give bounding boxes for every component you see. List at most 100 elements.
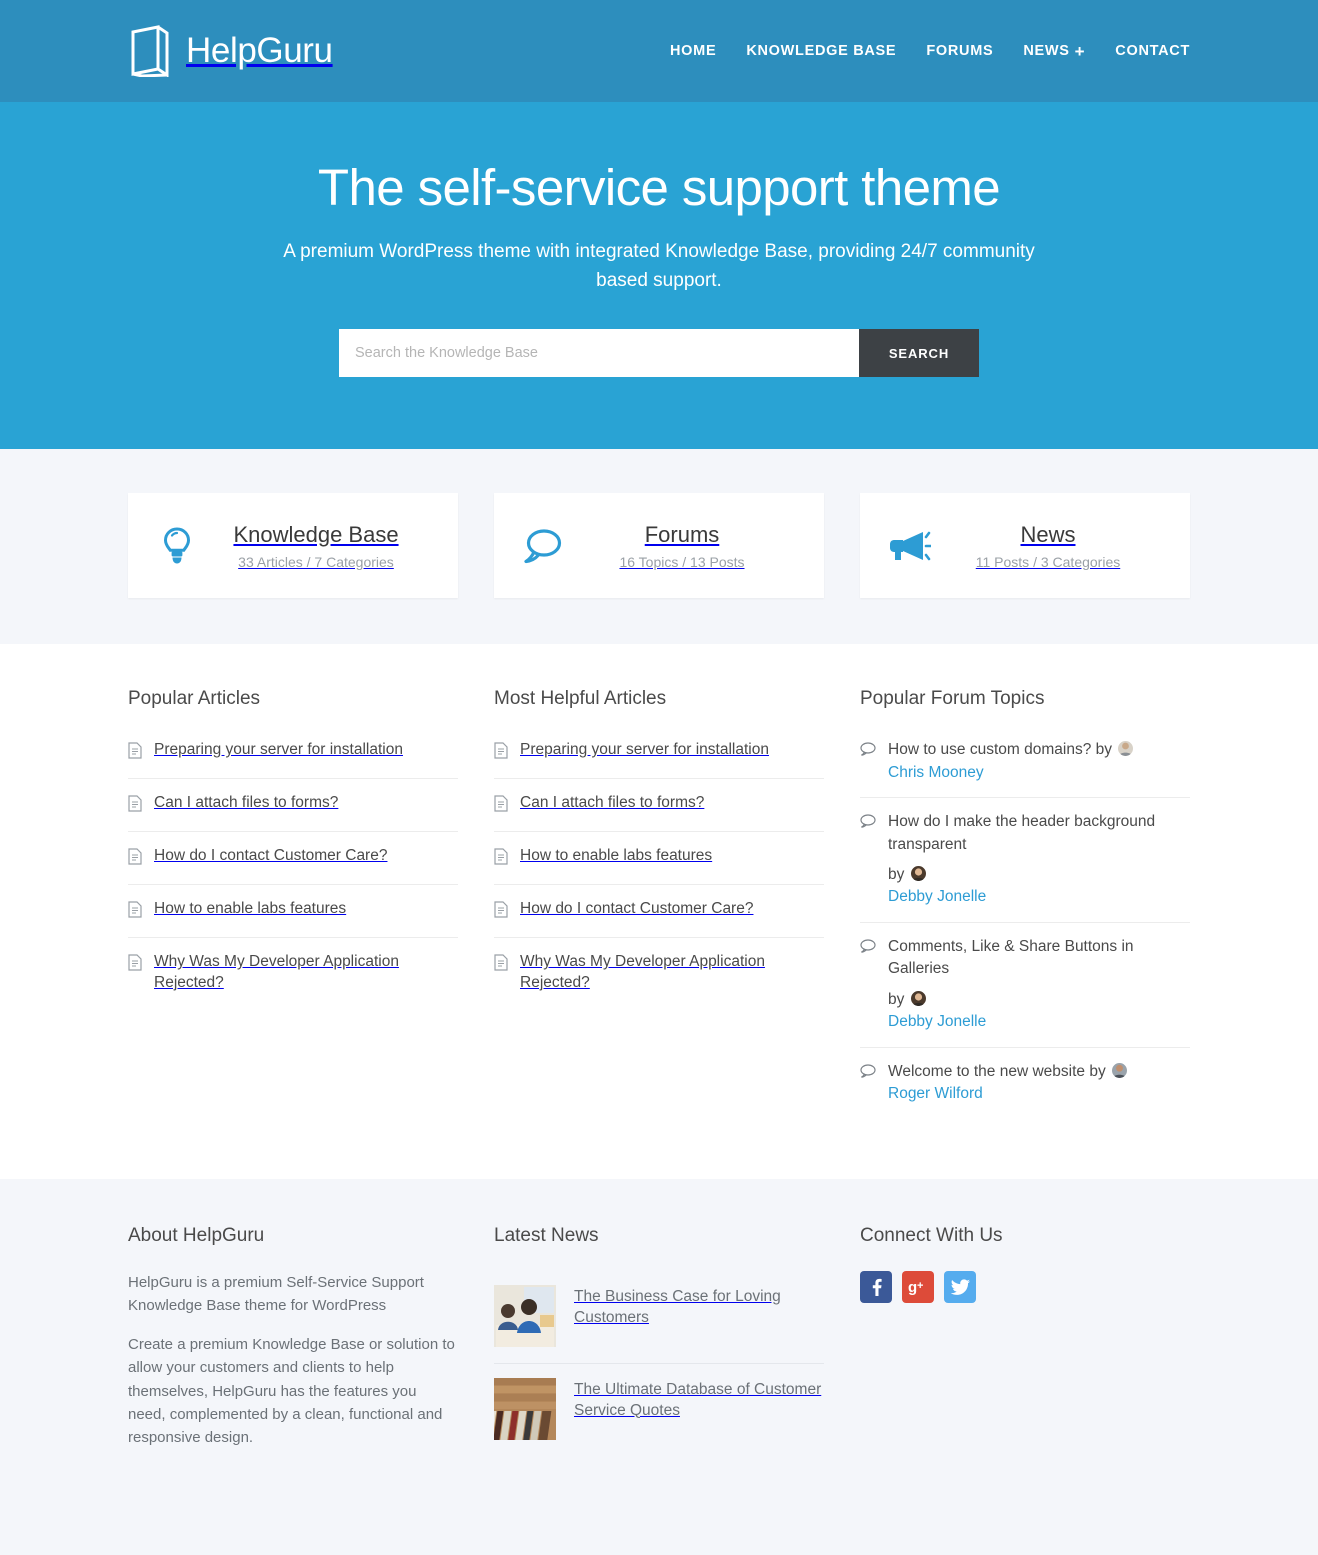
nav-item-home[interactable]: HOME xyxy=(670,43,716,59)
document-icon xyxy=(494,742,508,764)
list-item[interactable]: How to enable labs features xyxy=(494,832,824,886)
nav-item-forums[interactable]: FORUMS xyxy=(926,43,993,59)
card-title: News xyxy=(1020,521,1076,547)
list-item[interactable]: Preparing your server for installation xyxy=(128,726,458,780)
document-icon xyxy=(494,795,508,817)
document-icon xyxy=(128,901,142,923)
card-meta: 11 Posts / 3 Categories xyxy=(975,553,1121,570)
lightbulb-icon xyxy=(154,526,200,566)
document-icon xyxy=(128,954,142,976)
facebook-icon[interactable] xyxy=(860,1270,892,1303)
speech-bubble-icon xyxy=(860,814,876,833)
by-label: by xyxy=(1089,1062,1106,1080)
forum-author-link[interactable]: Debby Jonelle xyxy=(888,886,1190,908)
card-title: Forums xyxy=(644,521,720,547)
article-title: Why Was My Developer Application Rejecte… xyxy=(154,953,399,992)
megaphone-icon xyxy=(886,529,932,563)
popular-forum-topics-column: Popular Forum Topics How to use custom d… xyxy=(860,688,1190,1119)
list-item[interactable]: How do I contact Customer Care? xyxy=(494,885,824,939)
document-icon xyxy=(128,742,142,764)
content-lists-section: Popular Articles Preparing your server f… xyxy=(0,644,1318,1179)
by-label: by xyxy=(888,990,905,1008)
svg-text:g: g xyxy=(908,1279,917,1295)
site-header: HelpGuru HOME KNOWLEDGE BASE FORUMS NEWS… xyxy=(0,0,1318,102)
article-title: Can I attach files to forms? xyxy=(520,794,705,812)
footer-connect-column: Connect With Us g + xyxy=(860,1225,1190,1466)
most-helpful-articles-column: Most Helpful Articles Preparing your ser… xyxy=(494,688,824,1119)
list-item[interactable]: Why Was My Developer Application Rejecte… xyxy=(128,938,458,1008)
forum-author-link[interactable]: Chris Mooney xyxy=(888,762,1135,784)
search-button[interactable]: SEARCH xyxy=(859,329,979,378)
nav-label: CONTACT xyxy=(1115,43,1190,59)
list-item[interactable]: Why Was My Developer Application Rejecte… xyxy=(494,938,824,1008)
card-news[interactable]: News 11 Posts / 3 Categories xyxy=(860,493,1190,599)
list-item[interactable]: How do I make the header background tran… xyxy=(860,798,1190,923)
nav-label: FORUMS xyxy=(926,43,994,59)
news-thumbnail xyxy=(494,1377,556,1440)
avatar xyxy=(910,990,926,1006)
list-item[interactable]: Welcome to the new website by Roger Wilf… xyxy=(860,1048,1190,1119)
article-title: Why Was My Developer Application Rejecte… xyxy=(520,953,765,992)
list-item[interactable]: How to use custom domains? by Chris Moon… xyxy=(860,726,1190,799)
popular-articles-column: Popular Articles Preparing your server f… xyxy=(128,688,458,1119)
article-title: How do I contact Customer Care? xyxy=(520,900,754,918)
book-icon xyxy=(128,25,172,77)
brand-name: HelpGuru xyxy=(186,31,333,70)
list-item[interactable]: How to enable labs features xyxy=(128,885,458,939)
avatar xyxy=(1118,741,1134,757)
nav-item-news[interactable]: NEWS + xyxy=(1023,43,1085,60)
most-helpful-articles-heading: Most Helpful Articles xyxy=(494,688,667,710)
list-item[interactable]: The Ultimate Database of Customer Servic… xyxy=(494,1364,824,1456)
nav-item-contact[interactable]: CONTACT xyxy=(1115,43,1190,59)
list-item[interactable]: The Business Case for Loving Customers xyxy=(494,1271,824,1364)
connect-heading: Connect With Us xyxy=(860,1224,1003,1246)
document-icon xyxy=(494,954,508,976)
google-plus-icon[interactable]: g + xyxy=(902,1270,934,1303)
card-forums[interactable]: Forums 16 Topics / 13 Posts xyxy=(494,493,824,599)
forum-author-link[interactable]: Roger Wilford xyxy=(888,1083,1129,1105)
forum-topic-title: Welcome to the new website xyxy=(888,1062,1086,1080)
list-item[interactable]: Can I attach files to forms? xyxy=(128,779,458,833)
footer-latest-news-column: Latest News The Business Case for Loving… xyxy=(494,1225,824,1466)
twitter-icon[interactable] xyxy=(944,1270,976,1303)
forum-topic-title: Comments, Like & Share Buttons in Galler… xyxy=(888,937,1134,978)
forum-topics-heading: Popular Forum Topics xyxy=(860,688,1045,710)
card-title: Knowledge Base xyxy=(233,521,399,547)
forum-topic-title: How to use custom domains? xyxy=(888,741,1092,759)
article-title: Can I attach files to forms? xyxy=(154,794,339,812)
hero-section: The self-service support theme A premium… xyxy=(0,102,1318,450)
by-label: by xyxy=(888,865,905,883)
speech-bubble-icon xyxy=(520,528,566,564)
news-title: The Business Case for Loving Customers xyxy=(574,1287,781,1326)
hero-subtitle: A premium WordPress theme with integrate… xyxy=(283,241,1035,291)
document-icon xyxy=(494,848,508,870)
search-input[interactable] xyxy=(339,329,859,378)
hero-title: The self-service support theme xyxy=(317,159,1001,216)
brand-logo[interactable]: HelpGuru xyxy=(128,25,333,77)
speech-bubble-icon xyxy=(860,939,876,958)
nav-item-knowledge-base[interactable]: KNOWLEDGE BASE xyxy=(746,43,896,59)
card-knowledge-base[interactable]: Knowledge Base 33 Articles / 7 Categorie… xyxy=(128,493,458,599)
document-icon xyxy=(128,795,142,817)
nav-label: NEWS xyxy=(1023,43,1070,59)
list-item[interactable]: Can I attach files to forms? xyxy=(494,779,824,833)
nav-label: HOME xyxy=(670,43,717,59)
about-paragraph: Create a premium Knowledge Base or solut… xyxy=(128,1336,455,1447)
list-item[interactable]: Comments, Like & Share Buttons in Galler… xyxy=(860,923,1190,1048)
list-item[interactable]: Preparing your server for installation xyxy=(494,726,824,780)
card-meta: 33 Articles / 7 Categories xyxy=(238,553,394,570)
nav-label: KNOWLEDGE BASE xyxy=(746,43,897,59)
article-title: How to enable labs features xyxy=(520,847,713,865)
forum-author-link[interactable]: Debby Jonelle xyxy=(888,1011,1190,1033)
document-icon xyxy=(494,901,508,923)
list-item[interactable]: How do I contact Customer Care? xyxy=(128,832,458,886)
news-thumbnail xyxy=(494,1284,556,1347)
feature-cards-section: Knowledge Base 33 Articles / 7 Categorie… xyxy=(0,449,1318,645)
speech-bubble-icon xyxy=(860,742,876,761)
avatar xyxy=(910,865,926,881)
about-heading: About HelpGuru xyxy=(128,1224,265,1246)
by-label: by xyxy=(1095,741,1113,759)
main-navigation: HOME KNOWLEDGE BASE FORUMS NEWS + CONTAC… xyxy=(670,43,1190,60)
article-title: How do I contact Customer Care? xyxy=(154,847,388,865)
article-title: How to enable labs features xyxy=(154,900,347,918)
